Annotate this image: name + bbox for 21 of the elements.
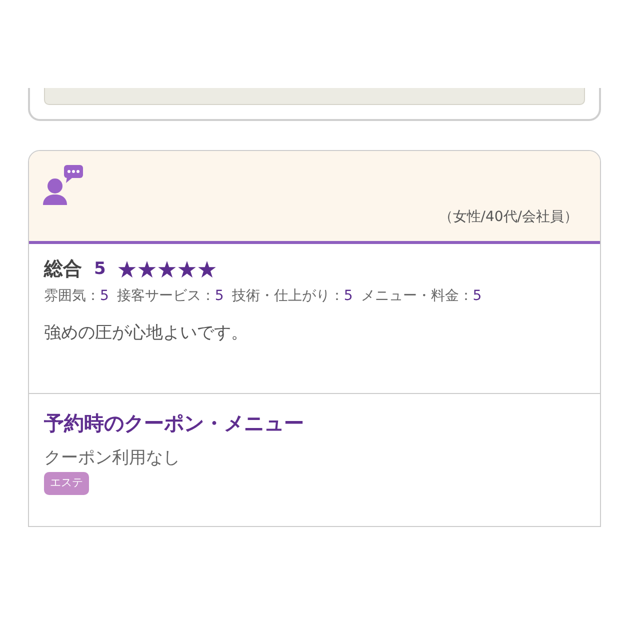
star-icon bbox=[178, 260, 196, 278]
user-speech-bubble-icon bbox=[43, 165, 83, 205]
category-tag: エステ bbox=[44, 472, 89, 494]
star-icon bbox=[138, 260, 156, 278]
coupon-heading: 予約時のクーポン・メニュー bbox=[44, 410, 305, 437]
rating-label: 接客サービス： bbox=[116, 287, 215, 306]
rating-value: 5 bbox=[214, 287, 224, 306]
rating-label: 雰囲気： bbox=[44, 287, 100, 306]
coupon-status: クーポン利用なし bbox=[44, 447, 181, 470]
star-icon bbox=[118, 260, 136, 278]
star-icon bbox=[198, 260, 216, 278]
reviewer-profile: （女性/40代/会社員） bbox=[438, 208, 578, 227]
rating-value: 5 bbox=[100, 287, 109, 306]
review-comment: 強めの圧が心地よいです。 bbox=[44, 322, 249, 345]
overall-label: 総合 bbox=[44, 257, 82, 282]
overall-score: 5 bbox=[94, 258, 106, 281]
rating-value: 5 bbox=[472, 287, 482, 306]
star-icon bbox=[158, 260, 176, 278]
rating-label: 技術・仕上がり： bbox=[232, 287, 344, 306]
rating-label: メニュー・料金： bbox=[360, 287, 473, 306]
rating-value: 5 bbox=[344, 287, 353, 306]
